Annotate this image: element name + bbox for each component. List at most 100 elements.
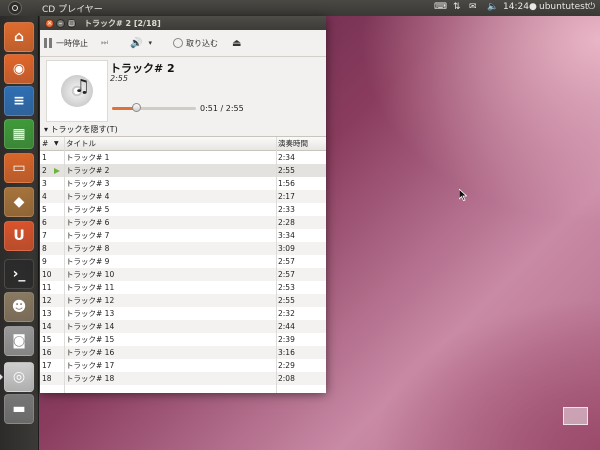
- window-titlebar[interactable]: × – □ トラック# 2 [2/18]: [40, 16, 326, 30]
- gimp-glyph: ☻: [11, 299, 27, 315]
- track-time-cell: 3:34: [278, 231, 295, 240]
- close-icon: ×: [46, 19, 53, 27]
- chevron-down-icon: ▾: [148, 39, 152, 47]
- track-number: 15: [42, 335, 52, 344]
- power-icon[interactable]: ⏻: [588, 2, 595, 12]
- workspace-switcher[interactable]: [563, 407, 588, 425]
- eject-button[interactable]: ⏏: [232, 36, 241, 50]
- calc-icon[interactable]: ▦: [4, 119, 34, 149]
- track-time-cell: 2:55: [278, 296, 295, 305]
- track-row[interactable]: 6 トラック# 6 2:28: [40, 216, 326, 229]
- track-title-cell: トラック# 4: [66, 192, 110, 201]
- terminal-icon[interactable]: ›_: [4, 259, 34, 289]
- writer-glyph: ≡: [13, 93, 25, 109]
- pause-button[interactable]: 一時停止: [44, 36, 88, 50]
- track-time-cell: 2:32: [278, 309, 295, 318]
- dash-home-icon[interactable]: [8, 1, 22, 15]
- track-number: 5: [42, 205, 47, 214]
- track-row[interactable]: 12 トラック# 12 2:55: [40, 294, 326, 307]
- track-row[interactable]: 9 トラック# 9 2:57: [40, 255, 326, 268]
- column-header-title[interactable]: タイトル: [66, 137, 96, 150]
- volume-button[interactable]: 🔊 ▾: [130, 36, 152, 50]
- track-number: 18: [42, 374, 52, 383]
- close-button[interactable]: ×: [45, 19, 54, 28]
- track-row[interactable]: 5 トラック# 5 2:33: [40, 203, 326, 216]
- user-name[interactable]: ubuntutest: [539, 2, 588, 12]
- terminal-glyph: ›_: [12, 266, 26, 282]
- drive-icon[interactable]: ▬: [4, 394, 34, 424]
- track-number: 4: [42, 192, 47, 201]
- maximize-button[interactable]: □: [67, 19, 76, 28]
- track-row[interactable]: 18 トラック# 18 2:08: [40, 372, 326, 385]
- camera-glyph: ◙: [12, 333, 26, 349]
- track-time-cell: 2:29: [278, 361, 295, 370]
- track-title-cell: トラック# 11: [66, 283, 115, 292]
- track-number: 1: [42, 153, 47, 162]
- sort-arrow-icon[interactable]: ▼: [54, 137, 59, 150]
- ubuntu-one-glyph: U: [13, 228, 25, 244]
- next-track-button[interactable]: ⏭: [101, 36, 108, 50]
- column-separator: [64, 137, 65, 393]
- track-time-cell: 2:17: [278, 192, 295, 201]
- time-label: 0:51 / 2:55: [200, 104, 244, 113]
- track-number: 3: [42, 179, 47, 188]
- column-header-time[interactable]: 演奏時間: [278, 137, 308, 150]
- track-row[interactable]: 1 トラック# 1 2:34: [40, 151, 326, 164]
- track-time-cell: 2:33: [278, 205, 295, 214]
- track-row[interactable]: 14 トラック# 14 2:44: [40, 320, 326, 333]
- track-row[interactable]: 13 トラック# 13 2:32: [40, 307, 326, 320]
- track-row[interactable]: 7 トラック# 7 3:34: [40, 229, 326, 242]
- track-row[interactable]: 2 トラック# 2 2:55: [40, 164, 326, 177]
- skip-forward-icon: ⏭: [101, 38, 109, 47]
- seek-handle[interactable]: [132, 103, 142, 112]
- track-number: 8: [42, 244, 47, 253]
- firefox-icon[interactable]: ◉: [4, 54, 34, 84]
- clock[interactable]: 14:24: [503, 2, 529, 12]
- pause-icon: [44, 38, 53, 48]
- camera-icon[interactable]: ◙: [4, 326, 34, 356]
- impress-icon[interactable]: ▭: [4, 153, 34, 183]
- software-center-glyph: ◆: [13, 194, 25, 210]
- track-row[interactable]: 8 トラック# 8 3:09: [40, 242, 326, 255]
- firefox-glyph: ◉: [12, 61, 26, 77]
- writer-icon[interactable]: ≡: [4, 86, 34, 116]
- track-row[interactable]: 16 トラック# 16 3:16: [40, 346, 326, 359]
- ubuntu-one-icon[interactable]: U: [4, 221, 34, 251]
- gimp-icon[interactable]: ☻: [4, 292, 34, 322]
- track-number: 16: [42, 348, 52, 357]
- window-title: トラック# 2 [2/18]: [84, 19, 161, 28]
- track-row[interactable]: 3 トラック# 3 1:56: [40, 177, 326, 190]
- track-duration: 2:55: [110, 74, 128, 83]
- mail-icon[interactable]: ✉: [469, 2, 477, 12]
- track-row[interactable]: 17 トラック# 17 2:29: [40, 359, 326, 372]
- track-number: 2: [42, 166, 47, 175]
- impress-glyph: ▭: [12, 160, 26, 176]
- rip-button[interactable]: 取り込む: [173, 36, 218, 50]
- volume-icon[interactable]: 🔈: [487, 2, 498, 12]
- track-row[interactable]: 11 トラック# 11 2:53: [40, 281, 326, 294]
- track-number: 10: [42, 270, 52, 279]
- rip-cd-icon: [173, 38, 183, 48]
- track-title-cell: トラック# 6: [66, 218, 110, 227]
- home-folder-icon[interactable]: ⌂: [4, 22, 34, 52]
- cd-player-icon[interactable]: ◎: [4, 362, 34, 392]
- keyboard-icon[interactable]: ⌨: [434, 2, 447, 12]
- track-title-cell: トラック# 2: [66, 166, 110, 175]
- track-row[interactable]: 10 トラック# 10 2:57: [40, 268, 326, 281]
- minimize-button[interactable]: –: [56, 19, 65, 28]
- track-row[interactable]: 15 トラック# 15 2:39: [40, 333, 326, 346]
- minimize-icon: –: [58, 19, 63, 27]
- software-center-icon[interactable]: ◆: [4, 187, 34, 217]
- column-header-number[interactable]: #: [42, 137, 48, 150]
- cd-player-glyph: ◎: [12, 369, 26, 385]
- track-title-cell: トラック# 5: [66, 205, 110, 214]
- expander-arrow-icon: ▾: [44, 125, 49, 134]
- network-icon[interactable]: ⇅: [453, 2, 461, 12]
- track-title-cell: トラック# 17: [66, 361, 115, 370]
- seek-slider[interactable]: [112, 103, 196, 112]
- track-row[interactable]: 4 トラック# 4 2:17: [40, 190, 326, 203]
- track-time-cell: 3:09: [278, 244, 295, 253]
- track-number: 12: [42, 296, 52, 305]
- hide-tracks-toggle[interactable]: ▾ トラックを隠す(T): [44, 124, 118, 135]
- eject-icon: ⏏: [232, 37, 242, 49]
